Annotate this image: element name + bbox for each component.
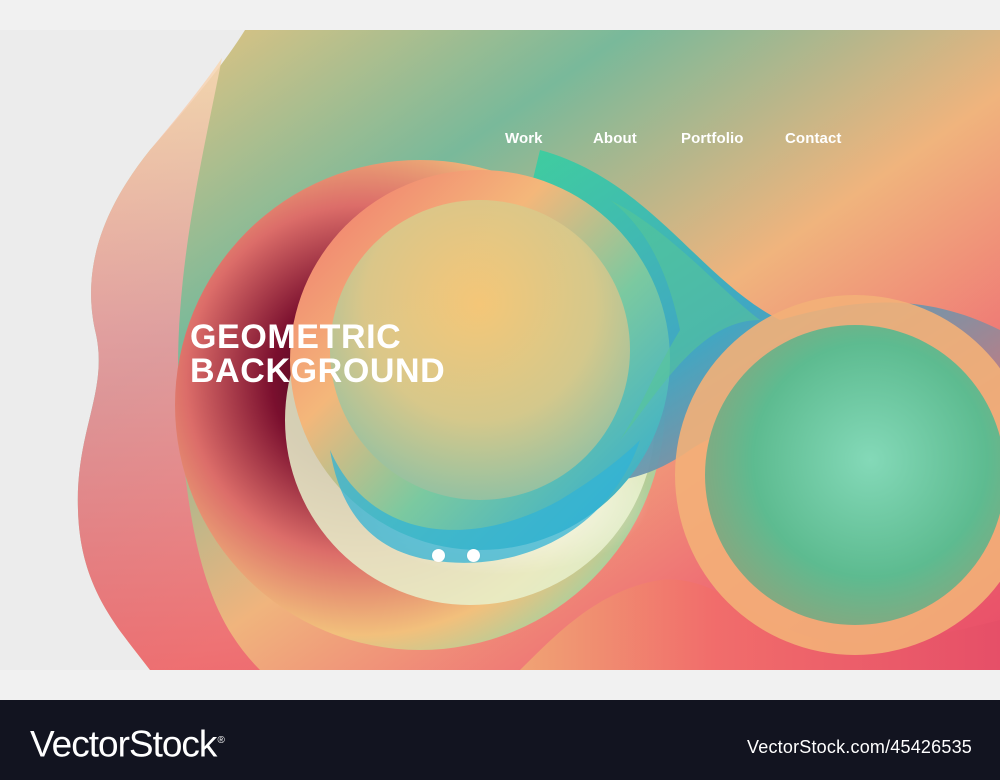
slider-dot-1[interactable]: [432, 549, 445, 562]
vectorstock-logo: VectorStock®: [30, 719, 225, 766]
page: Work About Portfolio Contact GEOMETRIC B…: [0, 0, 1000, 780]
nav-item-portfolio[interactable]: Portfolio: [681, 130, 785, 147]
nav-item-about[interactable]: About: [593, 130, 681, 147]
hero-title: GEOMETRIC BACKGROUND: [190, 320, 445, 388]
slider-dot-2[interactable]: [467, 549, 480, 562]
slider-pagination: [432, 549, 480, 562]
hero-title-line-1: GEOMETRIC: [190, 318, 402, 356]
hero-title-line-2: BACKGROUND: [190, 352, 446, 390]
hero-artwork: [0, 30, 1000, 670]
nav-item-contact[interactable]: Contact: [785, 130, 865, 147]
hero-section: Work About Portfolio Contact GEOMETRIC B…: [0, 30, 1000, 670]
stock-footer: VectorStock® VectorStock.com/45426535: [0, 700, 1000, 780]
nav-item-work[interactable]: Work: [505, 130, 593, 147]
top-nav: Work About Portfolio Contact: [505, 130, 865, 147]
registered-mark: ®: [217, 735, 225, 746]
brand-text: VectorStock: [30, 723, 217, 765]
stock-image-id: VectorStock.com/45426535: [747, 737, 972, 757]
